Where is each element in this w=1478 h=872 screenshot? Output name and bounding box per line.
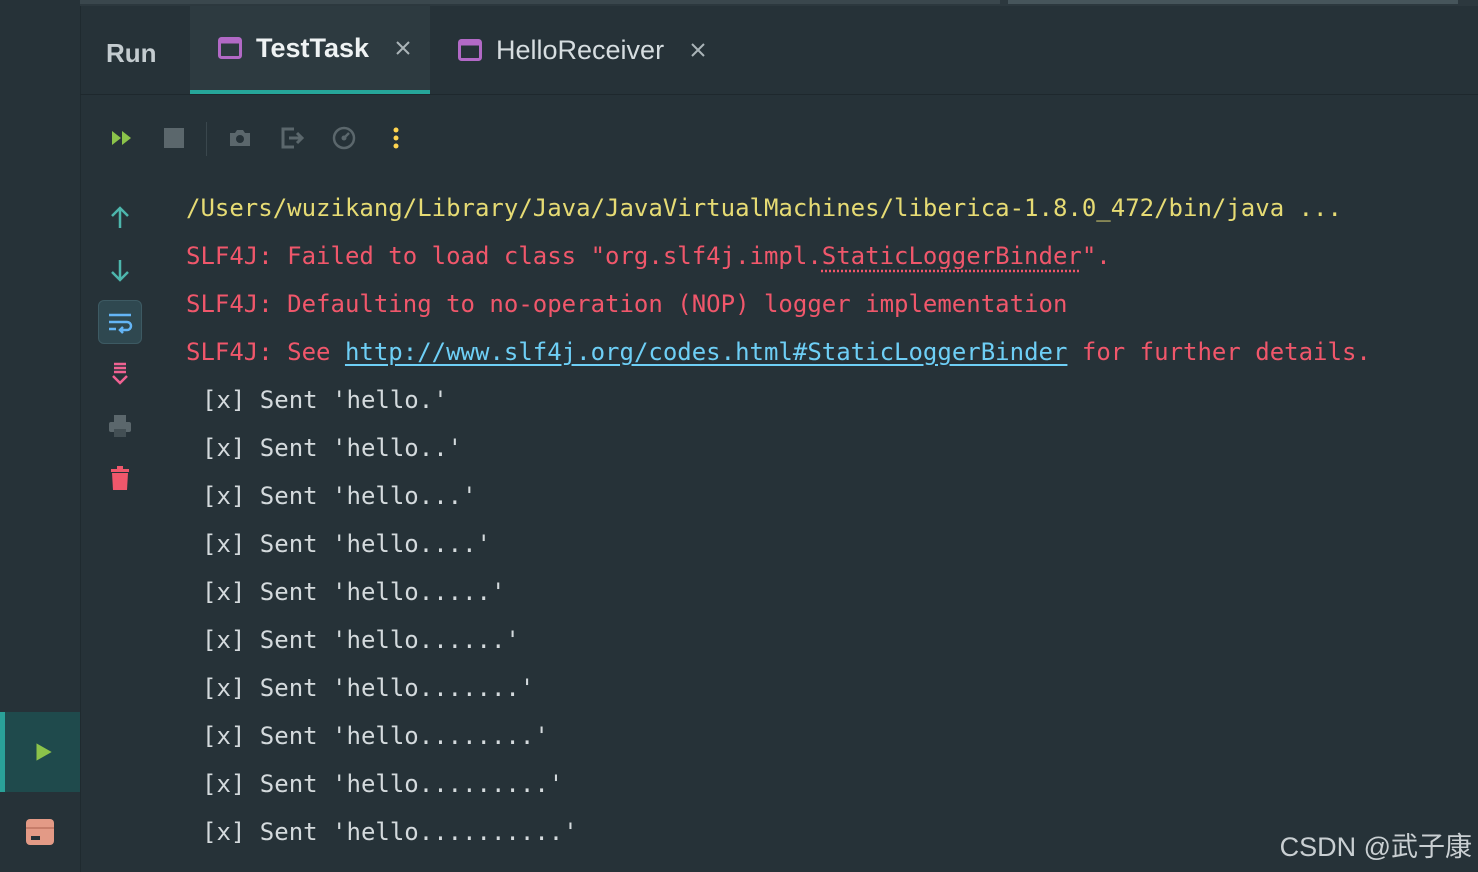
run-tool-window-button[interactable] <box>0 712 80 792</box>
print-button[interactable] <box>98 404 142 448</box>
soft-wrap-icon <box>109 313 133 334</box>
clear-all-button[interactable] <box>98 456 142 500</box>
dump-threads-button[interactable] <box>224 122 256 154</box>
tab-helloreceiver[interactable]: HelloReceiver <box>458 6 718 94</box>
close-icon[interactable] <box>690 42 706 58</box>
slf4j-docs-link[interactable]: http://www.slf4j.org/codes.html#StaticLo… <box>345 338 1067 366</box>
watermark: CSDN @武子康 <box>1279 832 1472 862</box>
tool-window-strip <box>0 0 81 872</box>
console-output[interactable]: /Users/wuzikang/Library/Java/JavaVirtual… <box>186 186 1478 858</box>
output-line: [x] Sent 'hello.........' <box>202 770 564 798</box>
soft-wrap-toggle[interactable] <box>98 300 142 344</box>
rerun-icon <box>112 131 131 145</box>
window-icon <box>218 37 242 59</box>
output-line: [x] Sent 'hello.' <box>202 386 448 414</box>
output-line: [x] Sent 'hello......' <box>202 626 520 654</box>
gauge-icon <box>332 126 356 150</box>
close-icon[interactable] <box>395 40 411 56</box>
print-icon <box>109 415 131 437</box>
output-line: [x] Sent 'hello.....' <box>202 578 506 606</box>
tab-title: TestTask <box>256 32 370 63</box>
scroll-to-end-button[interactable] <box>98 352 142 396</box>
arrow-down-icon <box>111 260 129 282</box>
window-icon <box>458 39 482 61</box>
run-window-title: Run <box>106 38 157 68</box>
stop-icon <box>164 128 184 148</box>
next-occurrence-button[interactable] <box>98 248 142 292</box>
trash-icon <box>111 466 129 490</box>
stop-button[interactable] <box>158 122 190 154</box>
toolbar-separator <box>206 122 207 156</box>
previous-occurrence-button[interactable] <box>98 196 142 240</box>
profiler-button[interactable] <box>328 122 360 154</box>
exit-icon <box>281 127 305 149</box>
services-tool-window-button[interactable] <box>24 816 56 848</box>
error-line: SLF4J: See http://www.slf4j.org/codes.ht… <box>186 338 1371 366</box>
output-line: [x] Sent 'hello...' <box>202 482 477 510</box>
tab-testtask[interactable]: TestTask <box>190 6 430 94</box>
output-line: [x] Sent 'hello.......' <box>202 674 535 702</box>
archive-icon <box>26 819 54 845</box>
output-line: [x] Sent 'hello....' <box>202 530 491 558</box>
error-line: SLF4J: Defaulting to no-operation (NOP) … <box>186 290 1068 318</box>
tab-title: HelloReceiver <box>496 34 665 65</box>
output-line: [x] Sent 'hello........' <box>202 722 549 750</box>
command-line: /Users/wuzikang/Library/Java/JavaVirtual… <box>186 194 1342 222</box>
arrow-up-icon <box>111 206 129 228</box>
more-icon <box>393 127 399 149</box>
run-tab-bar: Run TestTask HelloReceiver <box>80 6 1478 95</box>
scroll-to-end-icon <box>112 362 128 385</box>
run-icon <box>36 743 52 761</box>
error-line: SLF4J: Failed to load class "org.slf4j.i… <box>186 242 1111 270</box>
class-reference: StaticLoggerBinder <box>821 242 1082 270</box>
exit-button[interactable] <box>276 122 308 154</box>
more-actions-button[interactable] <box>380 122 412 154</box>
output-line: [x] Sent 'hello..' <box>202 434 463 462</box>
camera-icon <box>230 130 250 146</box>
rerun-button[interactable] <box>106 122 138 154</box>
